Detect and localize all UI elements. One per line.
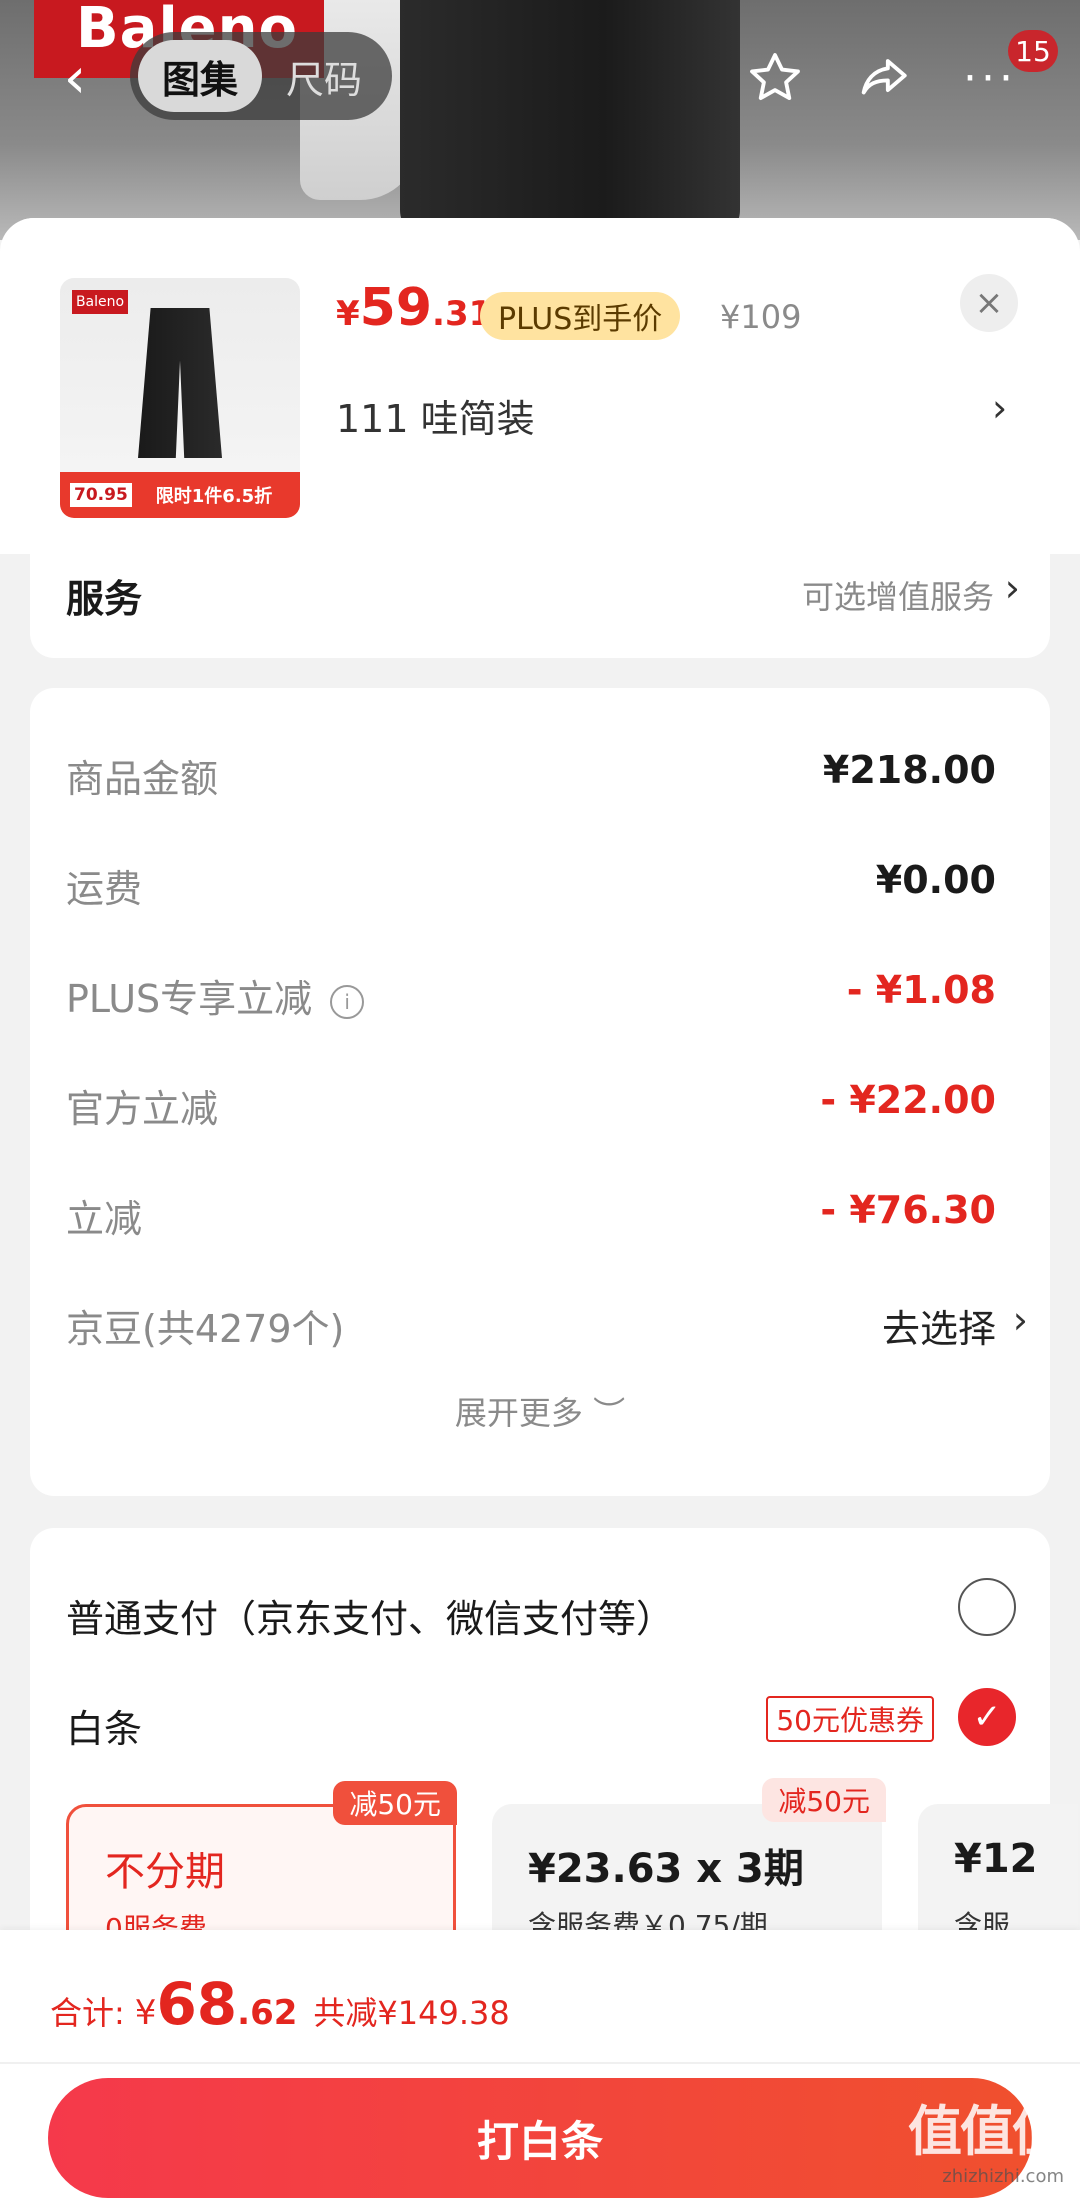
jingdou-select[interactable]: 去选择: [882, 1298, 996, 1353]
thumbnail-promo-text: 限时1件6.5折: [155, 486, 273, 507]
summary-value: ¥0.00: [875, 858, 996, 902]
more-dots-icon: ···: [963, 52, 1017, 104]
thumbnail-promo-strip: 70.95 限时1件6.5折: [60, 472, 300, 518]
divider: [0, 2062, 1080, 2064]
total-price: 合计: ¥ 68 .62 共减¥149.38: [50, 1970, 510, 2038]
summary-label: 运费: [66, 867, 143, 911]
thumbnail-price: 70.95: [70, 483, 132, 507]
plus-discount-label: PLUS专享立减: [66, 977, 313, 1021]
plan-title: 不分期: [105, 1849, 225, 1895]
summary-value: - ¥22.00: [820, 1078, 996, 1122]
plan-title: ¥23.63 x 3期: [528, 1846, 804, 1892]
site-watermark: 值值值 zhizhizhi.com: [908, 2087, 1066, 2187]
expand-more-button[interactable]: 展开更多 ︶: [30, 1388, 1050, 1434]
service-card[interactable]: 服务 可选增值服务 ›: [30, 548, 1050, 658]
star-icon: [750, 53, 800, 100]
summary-label: 京豆(共4279个): [66, 1307, 345, 1351]
tab-gallery[interactable]: 图集: [138, 40, 262, 112]
chevron-right-icon: ›: [1012, 1298, 1028, 1342]
price-integer: 59: [359, 278, 433, 338]
purchase-sheet: Baleno 70.95 限时1件6.5折 ¥ 59 .31 PLUS到手价 ¥…: [0, 218, 1080, 2207]
info-icon[interactable]: i: [330, 984, 365, 1019]
summary-row-instant-discount: 立减 - ¥76.30: [66, 1188, 996, 1248]
thumbnail-brand-logo: Baleno: [72, 290, 128, 314]
summary-row-jingdou[interactable]: 京豆(共4279个) 去选择 ›: [66, 1298, 1028, 1358]
pay-with-baitiao-button[interactable]: 打白条: [48, 2078, 1032, 2198]
summary-value: ¥218.00: [822, 748, 996, 792]
summary-value: - ¥76.30: [820, 1188, 996, 1232]
share-button[interactable]: [848, 38, 918, 118]
back-button[interactable]: ‹: [40, 38, 110, 118]
summary-row-plus-discount: PLUS专享立减 i - ¥1.08: [66, 968, 996, 1028]
plus-price-tag: PLUS到手价: [480, 292, 681, 340]
original-price: ¥109: [720, 298, 802, 336]
service-label: 服务: [66, 577, 143, 621]
favorite-button[interactable]: [740, 38, 810, 118]
watermark-url: zhizhizhi.com: [942, 2166, 1064, 2187]
payment-option-baitiao[interactable]: 白条 50元优惠券 ✓: [66, 1688, 1016, 1758]
plan-title: ¥12: [954, 1836, 1038, 1882]
coupon-badge[interactable]: 50元优惠券: [766, 1696, 934, 1742]
summary-label: 立减: [66, 1197, 143, 1241]
share-icon: [861, 59, 907, 95]
total-integer: 68: [156, 1970, 238, 2038]
product-summary-header: Baleno 70.95 限时1件6.5折 ¥ 59 .31 PLUS到手价 ¥…: [0, 218, 1080, 554]
price-currency: ¥: [336, 294, 360, 334]
price-display: ¥ 59 .31: [336, 278, 492, 348]
summary-label: PLUS专享立减 i: [66, 968, 365, 1023]
watermark-logo: 值值值: [908, 2100, 1066, 2163]
summary-row-official-discount: 官方立减 - ¥22.00: [66, 1078, 996, 1138]
thumbnail-pants-image: [138, 308, 222, 458]
total-label: 合计:: [50, 1994, 125, 2032]
service-value: 可选增值服务: [801, 578, 994, 616]
product-thumbnail[interactable]: Baleno 70.95 限时1件6.5折: [60, 278, 300, 518]
chevron-right-icon[interactable]: ›: [992, 386, 1007, 430]
tab-size[interactable]: 尺码: [262, 40, 386, 112]
summary-label: 官方立减: [66, 1087, 219, 1131]
order-summary-card: 商品金额 ¥218.00 运费 ¥0.00 PLUS专享立减 i - ¥1.08 …: [30, 688, 1050, 1496]
payment-option-normal[interactable]: 普通支付（京东支付、微信支付等）: [66, 1578, 1016, 1648]
close-button[interactable]: ×: [960, 274, 1018, 332]
summary-row-goods: 商品金额 ¥218.00: [66, 748, 996, 808]
summary-label: 商品金额: [66, 757, 219, 801]
model-pants-image: [400, 0, 740, 240]
total-saved: 共减¥149.38: [313, 1994, 510, 2032]
chevron-right-icon: ›: [1004, 566, 1020, 610]
summary-row-shipping: 运费 ¥0.00: [66, 858, 996, 918]
checkmark-icon[interactable]: ✓: [958, 1688, 1016, 1746]
close-icon: ×: [974, 283, 1004, 323]
discount-tag: 减50元: [762, 1778, 886, 1822]
checkout-footer: 合计: ¥ 68 .62 共减¥149.38 打白条 值值值 zhizhizhi…: [0, 1930, 1080, 2207]
summary-value: - ¥1.08: [846, 968, 996, 1012]
selected-variant[interactable]: 111 哇简装: [336, 388, 535, 443]
notification-badge: 15: [1008, 30, 1058, 72]
payment-option-label: 普通支付（京东支付、微信支付等）: [66, 1597, 675, 1641]
payment-option-label: 白条: [66, 1707, 143, 1751]
radio-unchecked-icon[interactable]: [958, 1578, 1016, 1636]
total-decimal: .62: [237, 1993, 298, 2033]
discount-tag: 减50元: [333, 1781, 457, 1825]
total-currency: ¥: [134, 1993, 157, 2033]
gallery-tab-switch: 图集 尺码: [130, 32, 392, 120]
back-arrow-icon: ‹: [63, 45, 87, 111]
